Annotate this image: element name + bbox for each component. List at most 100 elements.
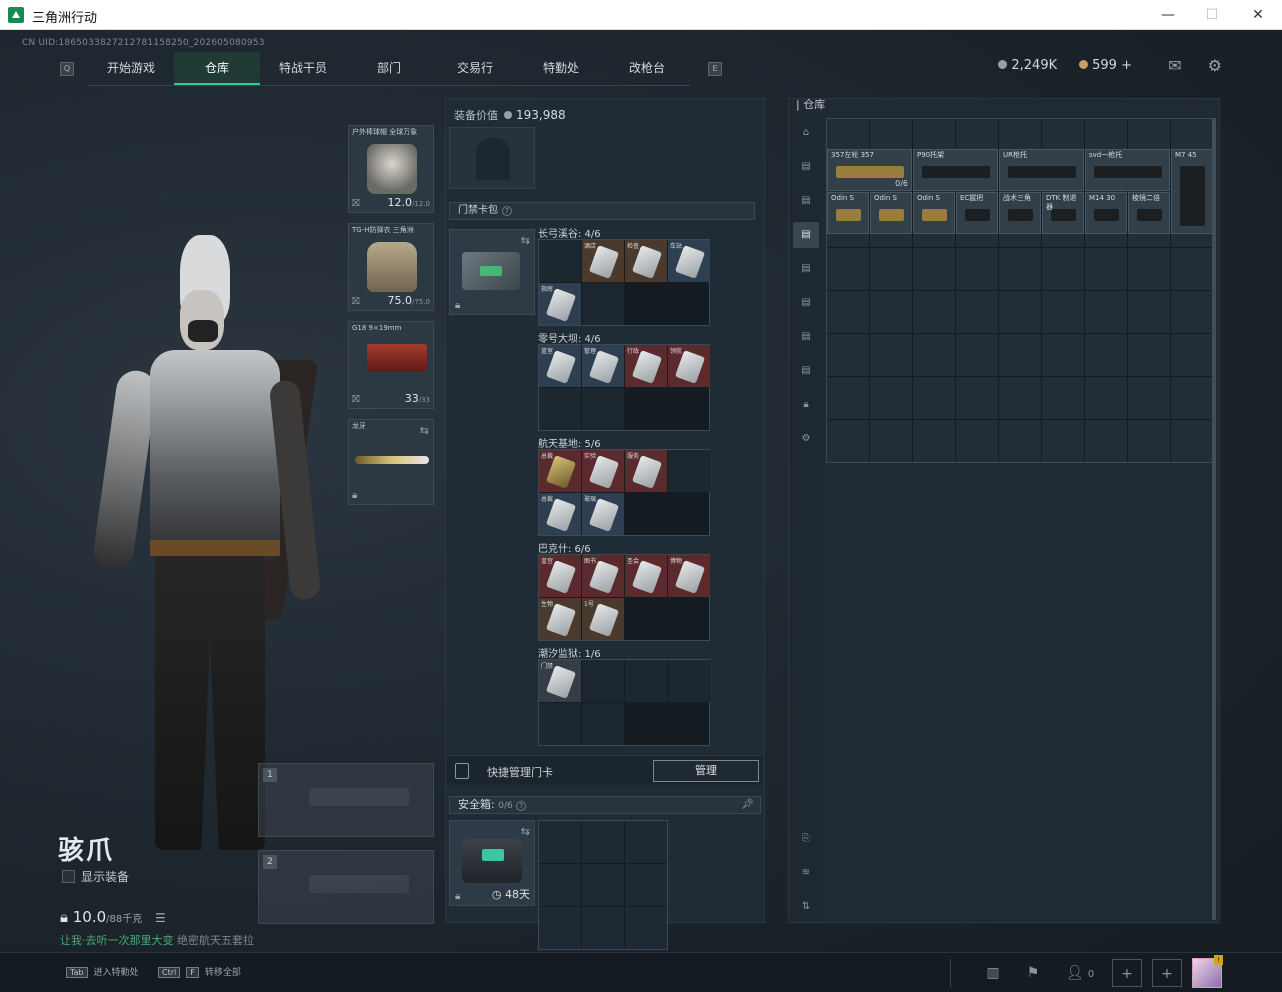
stash-cell[interactable] xyxy=(999,377,1041,419)
list-icon[interactable]: ☰ xyxy=(155,911,166,925)
maximize-button[interactable]: ☐ xyxy=(1192,4,1232,26)
melee-slot[interactable]: 龙牙 ⇆ 🔒︎ xyxy=(348,419,434,505)
stash-cell[interactable] xyxy=(913,248,955,290)
stash-cell[interactable] xyxy=(1171,291,1213,333)
stash-cell[interactable] xyxy=(1085,334,1127,376)
grid-cell[interactable] xyxy=(582,907,624,949)
safe-box[interactable]: ⇆ 🔒︎ ◷ 48天 xyxy=(449,820,535,906)
keycard-item[interactable]: 实验 xyxy=(582,450,624,492)
grid-cell[interactable] xyxy=(582,388,624,430)
tab-4[interactable]: 交易行 xyxy=(432,52,518,85)
helmet-slot[interactable]: 户外棒球帽 全球万象 ⛝ 12.0/12.0 xyxy=(348,125,434,213)
keycard-item[interactable]: 服务 xyxy=(625,450,667,492)
stash-cell[interactable] xyxy=(999,291,1041,333)
stash-cell[interactable] xyxy=(1085,248,1127,290)
stash-tab-8[interactable]: ▤ xyxy=(793,358,819,384)
swap-icon[interactable]: ⇆ xyxy=(420,424,429,437)
stash-item[interactable]: M14 30 xyxy=(1085,192,1127,234)
keycard-case[interactable]: ⇆ 🔒︎ xyxy=(449,229,535,315)
stash-cell[interactable] xyxy=(1171,334,1213,376)
stash-cell[interactable] xyxy=(827,334,869,376)
stash-cell[interactable] xyxy=(913,377,955,419)
stash-cell[interactable] xyxy=(1085,420,1127,462)
stash-item[interactable]: UR枪托 xyxy=(999,149,1084,191)
silver-currency[interactable]: 2,249K xyxy=(998,58,1057,73)
grid-cell[interactable] xyxy=(539,907,581,949)
grid-cell[interactable] xyxy=(582,864,624,906)
show-equipment-toggle[interactable]: 显示装备 xyxy=(62,868,129,885)
stash-item[interactable]: P90托架 xyxy=(913,149,998,191)
stash-cell[interactable] xyxy=(827,248,869,290)
grid-cell[interactable] xyxy=(582,283,624,325)
keycard-item[interactable]: 车站 xyxy=(668,240,710,282)
grid-cell[interactable] xyxy=(668,450,710,492)
keycard-item[interactable]: 1号 xyxy=(582,598,624,640)
stash-cell[interactable] xyxy=(913,291,955,333)
stash-cell[interactable] xyxy=(1171,377,1213,419)
primary-weapon-slot-1[interactable]: 1 xyxy=(258,763,434,837)
help-icon[interactable]: ? xyxy=(516,801,527,811)
stash-cell[interactable] xyxy=(1042,334,1084,376)
stash-cell[interactable] xyxy=(956,291,998,333)
stash-item[interactable]: 357左轮 357 0/6 xyxy=(827,149,912,191)
stash-item[interactable]: Odin S xyxy=(913,192,955,234)
nav-prev-key[interactable]: Q xyxy=(60,62,74,76)
gear-icon[interactable]: ⚙ xyxy=(793,426,819,452)
stash-cell[interactable] xyxy=(870,420,912,462)
stash-cell[interactable] xyxy=(1085,377,1127,419)
swap-icon[interactable]: ⇆ xyxy=(521,825,530,838)
stash-cell[interactable] xyxy=(913,420,955,462)
stash-cell[interactable] xyxy=(1042,291,1084,333)
keycard-item[interactable]: 门禁 xyxy=(539,660,581,702)
backpack-slot[interactable] xyxy=(449,127,535,189)
tidy-icon[interactable]: ⇅ xyxy=(793,894,819,920)
tab-3[interactable]: 部门 xyxy=(346,52,432,85)
manage-button[interactable]: 管理 xyxy=(653,760,759,782)
keycard-item[interactable]: 酒店 xyxy=(582,240,624,282)
pistol-slot[interactable]: G18 9×19mm ⛝ 33/33 xyxy=(348,321,434,409)
lock-icon[interactable]: 🔒︎ xyxy=(793,392,819,418)
stash-cell[interactable] xyxy=(827,420,869,462)
stash-cell[interactable] xyxy=(1042,420,1084,462)
keycard-item[interactable]: 总裁 xyxy=(539,450,581,492)
keycard-item[interactable]: 玻璃 xyxy=(582,493,624,535)
stash-cell[interactable] xyxy=(1042,377,1084,419)
stash-item[interactable]: EC握把 xyxy=(956,192,998,234)
stash-item[interactable]: 战术三角 xyxy=(999,192,1041,234)
stash-cell[interactable] xyxy=(1128,420,1170,462)
add-party-slot-2[interactable]: + xyxy=(1152,959,1182,987)
stash-tab-6[interactable]: ▤ xyxy=(793,290,819,316)
armor-slot[interactable]: TG-H防弹衣 三角洲 ⛝ 75.0/75.0 xyxy=(348,223,434,311)
stash-cell[interactable] xyxy=(870,291,912,333)
stash-cell[interactable] xyxy=(956,334,998,376)
stash-cell[interactable] xyxy=(1128,248,1170,290)
stash-cell[interactable] xyxy=(1042,248,1084,290)
stats-icon[interactable]: ▥ xyxy=(978,959,1008,987)
help-icon[interactable]: ? xyxy=(502,206,512,216)
grid-cell[interactable] xyxy=(582,703,624,745)
stash-cell[interactable] xyxy=(913,334,955,376)
grid-cell[interactable] xyxy=(539,388,581,430)
keycard-item[interactable]: 行政 xyxy=(625,345,667,387)
add-party-slot-1[interactable]: + xyxy=(1112,959,1142,987)
mail-icon[interactable]: ✉ xyxy=(1168,56,1181,75)
grid-cell[interactable] xyxy=(625,864,667,906)
grid-cell[interactable] xyxy=(582,821,624,863)
layers-icon[interactable]: ≋ xyxy=(793,860,819,886)
stash-item[interactable]: M7 45 xyxy=(1171,149,1213,234)
keycard-item[interactable]: 皇宫 xyxy=(539,555,581,597)
add-currency-button[interactable]: + xyxy=(1121,58,1132,73)
stash-item[interactable]: 棱镜二倍 xyxy=(1128,192,1170,234)
stash-cell[interactable] xyxy=(1128,334,1170,376)
keycard-item[interactable]: 生物 xyxy=(539,598,581,640)
stash-tab-5[interactable]: ▤ xyxy=(793,256,819,282)
keycard-item[interactable]: 图书 xyxy=(582,555,624,597)
keycard-item[interactable]: 管理 xyxy=(582,345,624,387)
grid-cell[interactable] xyxy=(539,864,581,906)
grid-cell[interactable] xyxy=(539,821,581,863)
grid-cell[interactable] xyxy=(582,660,624,702)
tab-5[interactable]: 特勤处 xyxy=(518,52,604,85)
sort-icon[interactable]: ⎘ xyxy=(793,826,819,852)
keycard-item[interactable]: 蓝室 xyxy=(539,345,581,387)
stash-cell[interactable] xyxy=(870,377,912,419)
